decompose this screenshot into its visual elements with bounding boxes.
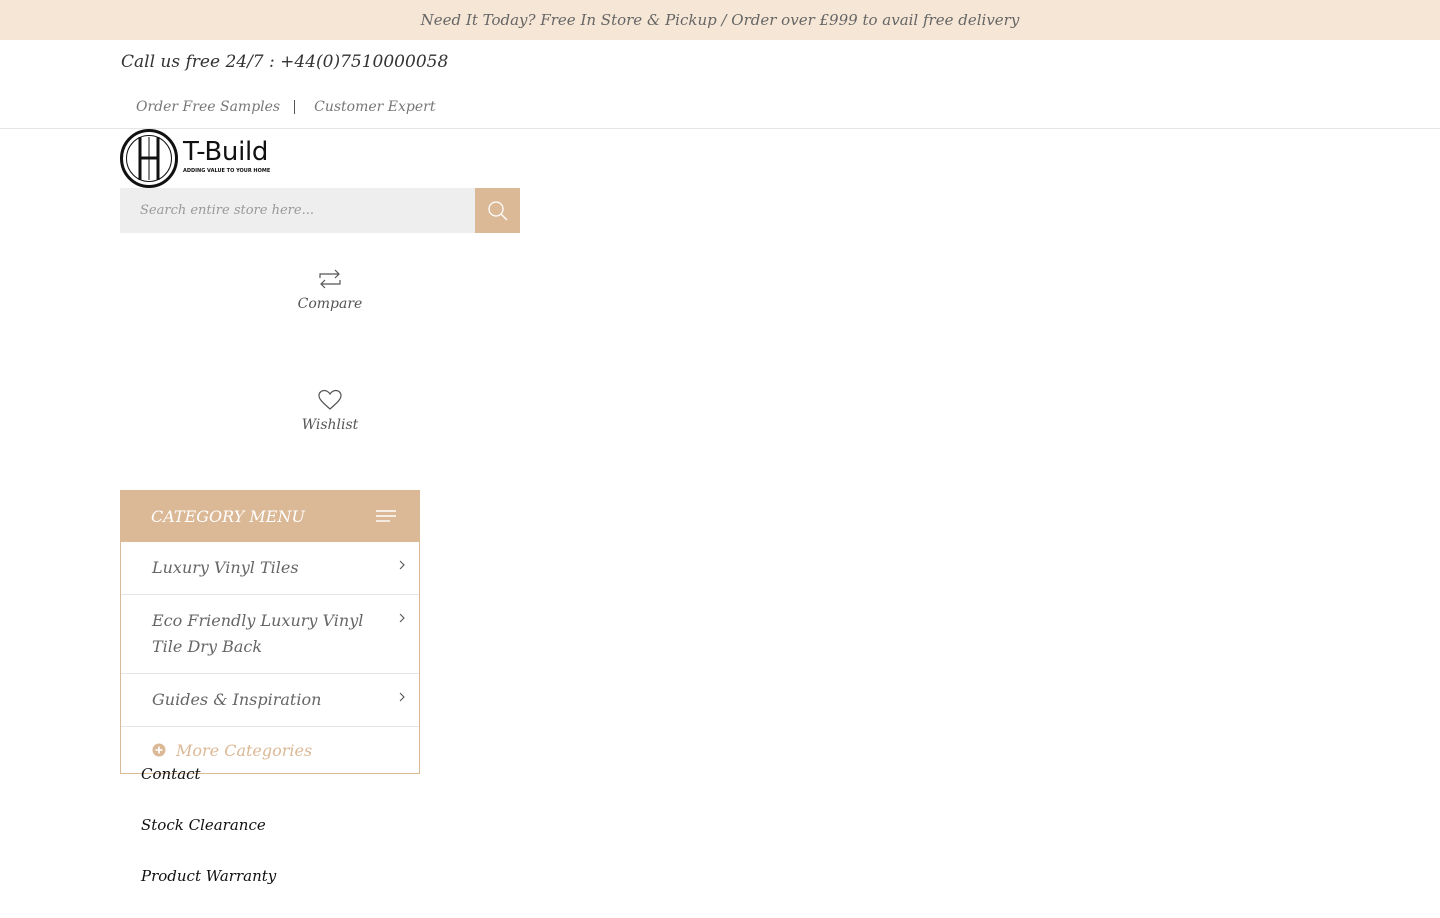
category-menu: CATEGORY MENU Luxury Vinyl Tiles Eco Fri… <box>120 490 420 774</box>
category-item-label: Eco Friendly Luxury Vinyl Tile Dry Back <box>152 611 364 656</box>
wishlist-link[interactable]: Wishlist <box>270 389 390 433</box>
promo-text: Need It Today? Free In Store & Pickup / … <box>420 11 1020 29</box>
wishlist-label: Wishlist <box>301 417 359 433</box>
category-item-guides-inspiration[interactable]: Guides & Inspiration <box>121 674 419 727</box>
search-icon <box>487 200 507 220</box>
category-item-luxury-vinyl-tiles[interactable]: Luxury Vinyl Tiles <box>121 542 419 595</box>
search-button[interactable] <box>475 188 520 233</box>
chevron-right-icon <box>399 560 405 570</box>
category-menu-title: CATEGORY MENU <box>151 506 305 526</box>
category-item-eco-friendly-lvt[interactable]: Eco Friendly Luxury Vinyl Tile Dry Back <box>121 595 419 674</box>
call-us-text: Call us free 24/7 : +44(0)7510000058 <box>121 52 449 72</box>
compare-icon <box>319 269 341 289</box>
more-categories-label: More Categories <box>176 740 313 760</box>
chevron-right-icon <box>399 613 405 623</box>
nav-links: Contact Stock Clearance Product Warranty <box>141 765 276 918</box>
chevron-right-icon <box>399 692 405 702</box>
category-item-label: Guides & Inspiration <box>152 690 322 709</box>
category-menu-header[interactable]: CATEGORY MENU <box>120 490 420 542</box>
search-form <box>120 188 520 233</box>
header-links: Order Free Samples Customer Expert <box>136 99 435 115</box>
promo-bar: Need It Today? Free In Store & Pickup / … <box>0 0 1440 40</box>
nav-link-stock-clearance[interactable]: Stock Clearance <box>141 816 276 867</box>
plus-circle-icon <box>152 743 166 757</box>
category-item-label: Luxury Vinyl Tiles <box>152 558 299 577</box>
customer-expert-link[interactable]: Customer Expert <box>314 99 435 115</box>
link-divider <box>294 100 296 114</box>
menu-lines-icon <box>376 510 396 522</box>
logo[interactable]: T-Build ADDING VALUE TO YOUR HOME <box>120 129 280 188</box>
nav-link-contact[interactable]: Contact <box>141 765 276 816</box>
logo-wordmark: T-Build <box>183 137 269 167</box>
compare-label: Compare <box>297 296 363 312</box>
logo-mark-icon <box>120 129 178 188</box>
heart-icon <box>318 389 342 410</box>
nav-link-product-warranty[interactable]: Product Warranty <box>141 867 276 918</box>
search-input[interactable] <box>120 188 475 233</box>
logo-tagline: ADDING VALUE TO YOUR HOME <box>183 168 271 174</box>
order-free-samples-link[interactable]: Order Free Samples <box>136 99 280 115</box>
compare-link[interactable]: Compare <box>270 268 390 312</box>
